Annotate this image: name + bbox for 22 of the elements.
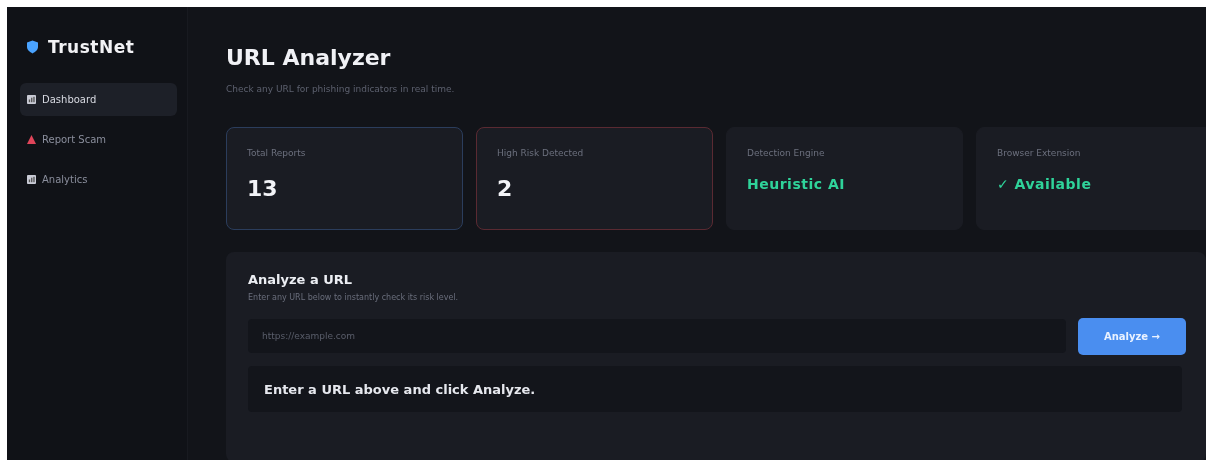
url-field[interactable]: https://example.com xyxy=(248,319,1066,353)
nav-item[interactable]: Report Scam xyxy=(20,123,177,156)
page-subtitle: Check any URL for phishing indicators in real time. xyxy=(226,84,456,94)
shield-icon xyxy=(27,40,38,54)
result-message: Enter a URL above and click Analyze. xyxy=(248,366,1182,412)
stat-label: Browser Extension xyxy=(997,148,1082,158)
stat-label: High Risk Detected xyxy=(497,148,585,158)
warning-icon xyxy=(27,135,36,144)
stat-value: 2 xyxy=(497,176,514,201)
panel-title: Analyze a URL xyxy=(248,272,354,287)
page-title: URL Analyzer xyxy=(226,45,392,70)
chart-icon xyxy=(27,95,36,104)
chart-icon xyxy=(27,175,36,184)
stat-value: Heuristic AI xyxy=(747,176,846,192)
stat-value: ✓ Available xyxy=(997,176,1093,192)
stat-label: Detection Engine xyxy=(747,148,826,158)
stat-value: 13 xyxy=(247,176,279,201)
nav-item[interactable]: Analytics xyxy=(20,163,177,196)
nav-item[interactable]: Dashboard xyxy=(20,83,177,116)
stat-label: Total Reports xyxy=(247,148,307,158)
brand-name: TrustNet xyxy=(48,37,135,57)
panel-hint: Enter any URL below to instantly check its risk level. xyxy=(248,293,460,302)
